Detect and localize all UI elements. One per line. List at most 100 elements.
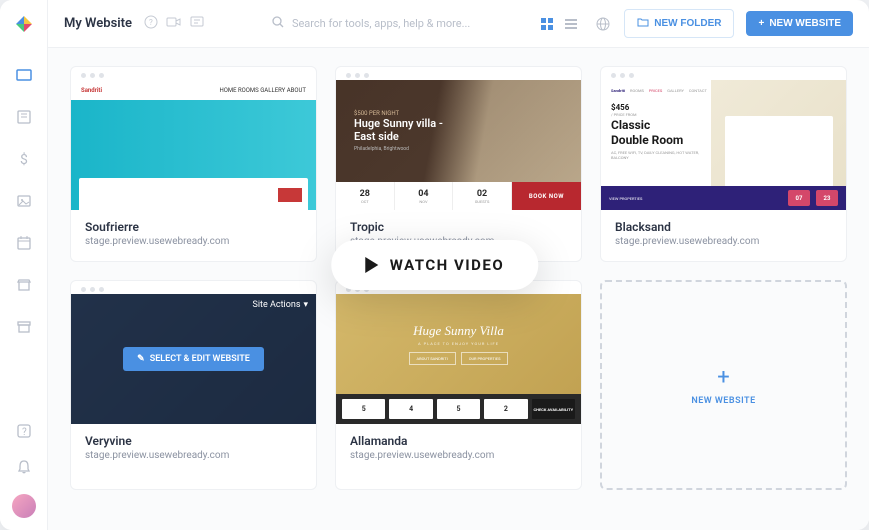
card-info: Allamanda stage.preview.usewebready.com (336, 424, 581, 475)
thumb-nav: HOME ROOMS GALLERY ABOUT (219, 87, 306, 94)
nav-image-icon[interactable] (15, 192, 33, 210)
list-view-icon[interactable] (562, 15, 580, 33)
logo-icon (12, 12, 36, 36)
nav-archive-icon[interactable] (15, 318, 33, 336)
site-actions-dropdown[interactable]: Site Actions ▾ (253, 300, 308, 310)
thumb-desc: AC, FREE WIFI, TV, DAILY CLEANING, HOT W… (611, 150, 701, 160)
thumb-title: East side (354, 130, 581, 143)
search-placeholder: Search for tools, apps, help & more... (292, 17, 470, 30)
card-url: stage.preview.usewebready.com (350, 450, 567, 461)
edit-button-label: SELECT & EDIT WEBSITE (150, 354, 250, 364)
thumb-badge: 23 (816, 190, 838, 206)
new-website-label: NEW WEBSITE (769, 18, 841, 29)
svg-text:?: ? (22, 427, 27, 438)
thumb-brand: Sandriti (81, 87, 102, 94)
bell-icon[interactable] (15, 458, 33, 476)
new-folder-label: NEW FOLDER (654, 18, 721, 29)
thumb-d1: 28 (360, 189, 370, 199)
help-circle-icon[interactable]: ? (144, 14, 158, 33)
card-info: Blacksand stage.preview.usewebready.com (601, 210, 846, 261)
thumb-sub: Philadelphia, Brightwood (354, 146, 581, 152)
plus-icon: + (717, 365, 729, 390)
add-card-label: NEW WEBSITE (691, 396, 755, 406)
thumbnail: $500 PER NIGHT Huge Sunny villa - East s… (336, 80, 581, 210)
card-info: Veryvine stage.preview.usewebready.com (71, 424, 316, 475)
search-icon (272, 16, 284, 31)
window-dots (336, 67, 581, 80)
new-folder-button[interactable]: NEW FOLDER (624, 9, 734, 38)
card-title: Blacksand (615, 220, 832, 234)
nav-billing-icon[interactable]: $ (15, 150, 33, 168)
nav-dashboard-icon[interactable] (15, 66, 33, 84)
thumb-sub: A PLACE TO ENJOY YOUR LIFE (418, 341, 499, 346)
grid-view-icon[interactable] (538, 15, 556, 33)
thumb-cell: 2 (484, 399, 527, 419)
thumb-title: Huge Sunny villa - (354, 117, 581, 130)
chat-icon[interactable] (190, 14, 204, 33)
thumb-cell: CHECK AVAILABILITY (532, 399, 575, 419)
hover-overlay: Site Actions ▾ ✎ SELECT & EDIT WEBSITE (71, 294, 316, 424)
thumb-title: Huge Sunny Villa (413, 323, 504, 339)
window-dots (71, 281, 316, 294)
sidebar: $ ? (0, 0, 48, 530)
topbar: My Website ? Search for tools, apps, hel… (48, 0, 869, 48)
thumb-title: Classic (611, 119, 701, 132)
card-info: Soufrierre stage.preview.usewebready.com (71, 210, 316, 261)
website-card[interactable]: $500 PER NIGHT Huge Sunny villa - East s… (335, 66, 582, 262)
thumb-price: $456 (611, 103, 701, 112)
thumb-d2: 04 (418, 189, 428, 199)
svg-text:$: $ (20, 151, 28, 167)
card-url: stage.preview.usewebready.com (85, 450, 302, 461)
svg-text:?: ? (149, 18, 153, 27)
add-website-card[interactable]: + NEW WEBSITE (600, 280, 847, 490)
thumbnail: Sandriti HOME ROOMS GALLERY ABOUT (71, 80, 316, 210)
window-dots (601, 67, 846, 80)
thumb-cell: 5 (437, 399, 480, 419)
thumb-title: Double Room (611, 134, 701, 147)
page-title: My Website (64, 16, 132, 31)
thumb-d3: 02 (477, 189, 487, 199)
thumbnail: Huge Sunny Villa A PLACE TO ENJOY YOUR L… (336, 294, 581, 424)
watch-video-label: WATCH VIDEO (390, 256, 504, 274)
pencil-icon: ✎ (137, 354, 145, 364)
thumb-brand: Sandriti (611, 88, 625, 93)
globe-icon[interactable] (594, 15, 612, 33)
folder-icon (637, 17, 649, 30)
watch-video-button[interactable]: WATCH VIDEO (331, 240, 538, 290)
nav-icons: $ (15, 66, 33, 422)
website-card[interactable]: Sophia Site Actions ▾ ✎ SELECT & EDIT WE… (70, 280, 317, 490)
video-icon[interactable] (166, 14, 182, 33)
website-card[interactable]: SandritiROOMSPRICESGALLERYCONTACT $456 /… (600, 66, 847, 262)
thumb-book: BOOK NOW (512, 182, 581, 210)
card-title: Veryvine (85, 434, 302, 448)
title-icons: ? (144, 14, 204, 33)
select-edit-button[interactable]: ✎ SELECT & EDIT WEBSITE (123, 347, 264, 371)
card-title: Tropic (350, 220, 567, 234)
search-area[interactable]: Search for tools, apps, help & more... (216, 16, 526, 31)
site-actions-label: Site Actions (253, 300, 301, 310)
chevron-down-icon: ▾ (303, 300, 308, 310)
play-icon (365, 257, 378, 273)
card-url: stage.preview.usewebready.com (615, 236, 832, 247)
card-title: Soufrierre (85, 220, 302, 234)
website-card[interactable]: Sandriti HOME ROOMS GALLERY ABOUT Soufrie… (70, 66, 317, 262)
new-website-button[interactable]: + NEW WEBSITE (746, 11, 853, 36)
thumb-badge: 07 (788, 190, 810, 206)
nav-calendar-icon[interactable] (15, 234, 33, 252)
nav-store-icon[interactable] (15, 276, 33, 294)
thumb-cell: 4 (389, 399, 432, 419)
thumb-cell: 5 (342, 399, 385, 419)
thumbnail: SandritiROOMSPRICESGALLERYCONTACT $456 /… (601, 80, 846, 210)
help-icon[interactable]: ? (15, 422, 33, 440)
card-title: Allamanda (350, 434, 567, 448)
window-dots (71, 67, 316, 80)
thumb-price: $500 PER NIGHT (354, 110, 581, 117)
website-card[interactable]: Huge Sunny Villa A PLACE TO ENJOY YOUR L… (335, 280, 582, 490)
nav-news-icon[interactable] (15, 108, 33, 126)
thumb-btn: OUR PROPERTIES (461, 352, 509, 365)
card-url: stage.preview.usewebready.com (85, 236, 302, 247)
view-controls (538, 15, 612, 33)
plus-icon: + (758, 18, 764, 29)
thumbnail: Sophia Site Actions ▾ ✎ SELECT & EDIT WE… (71, 294, 316, 424)
avatar[interactable] (12, 494, 36, 518)
